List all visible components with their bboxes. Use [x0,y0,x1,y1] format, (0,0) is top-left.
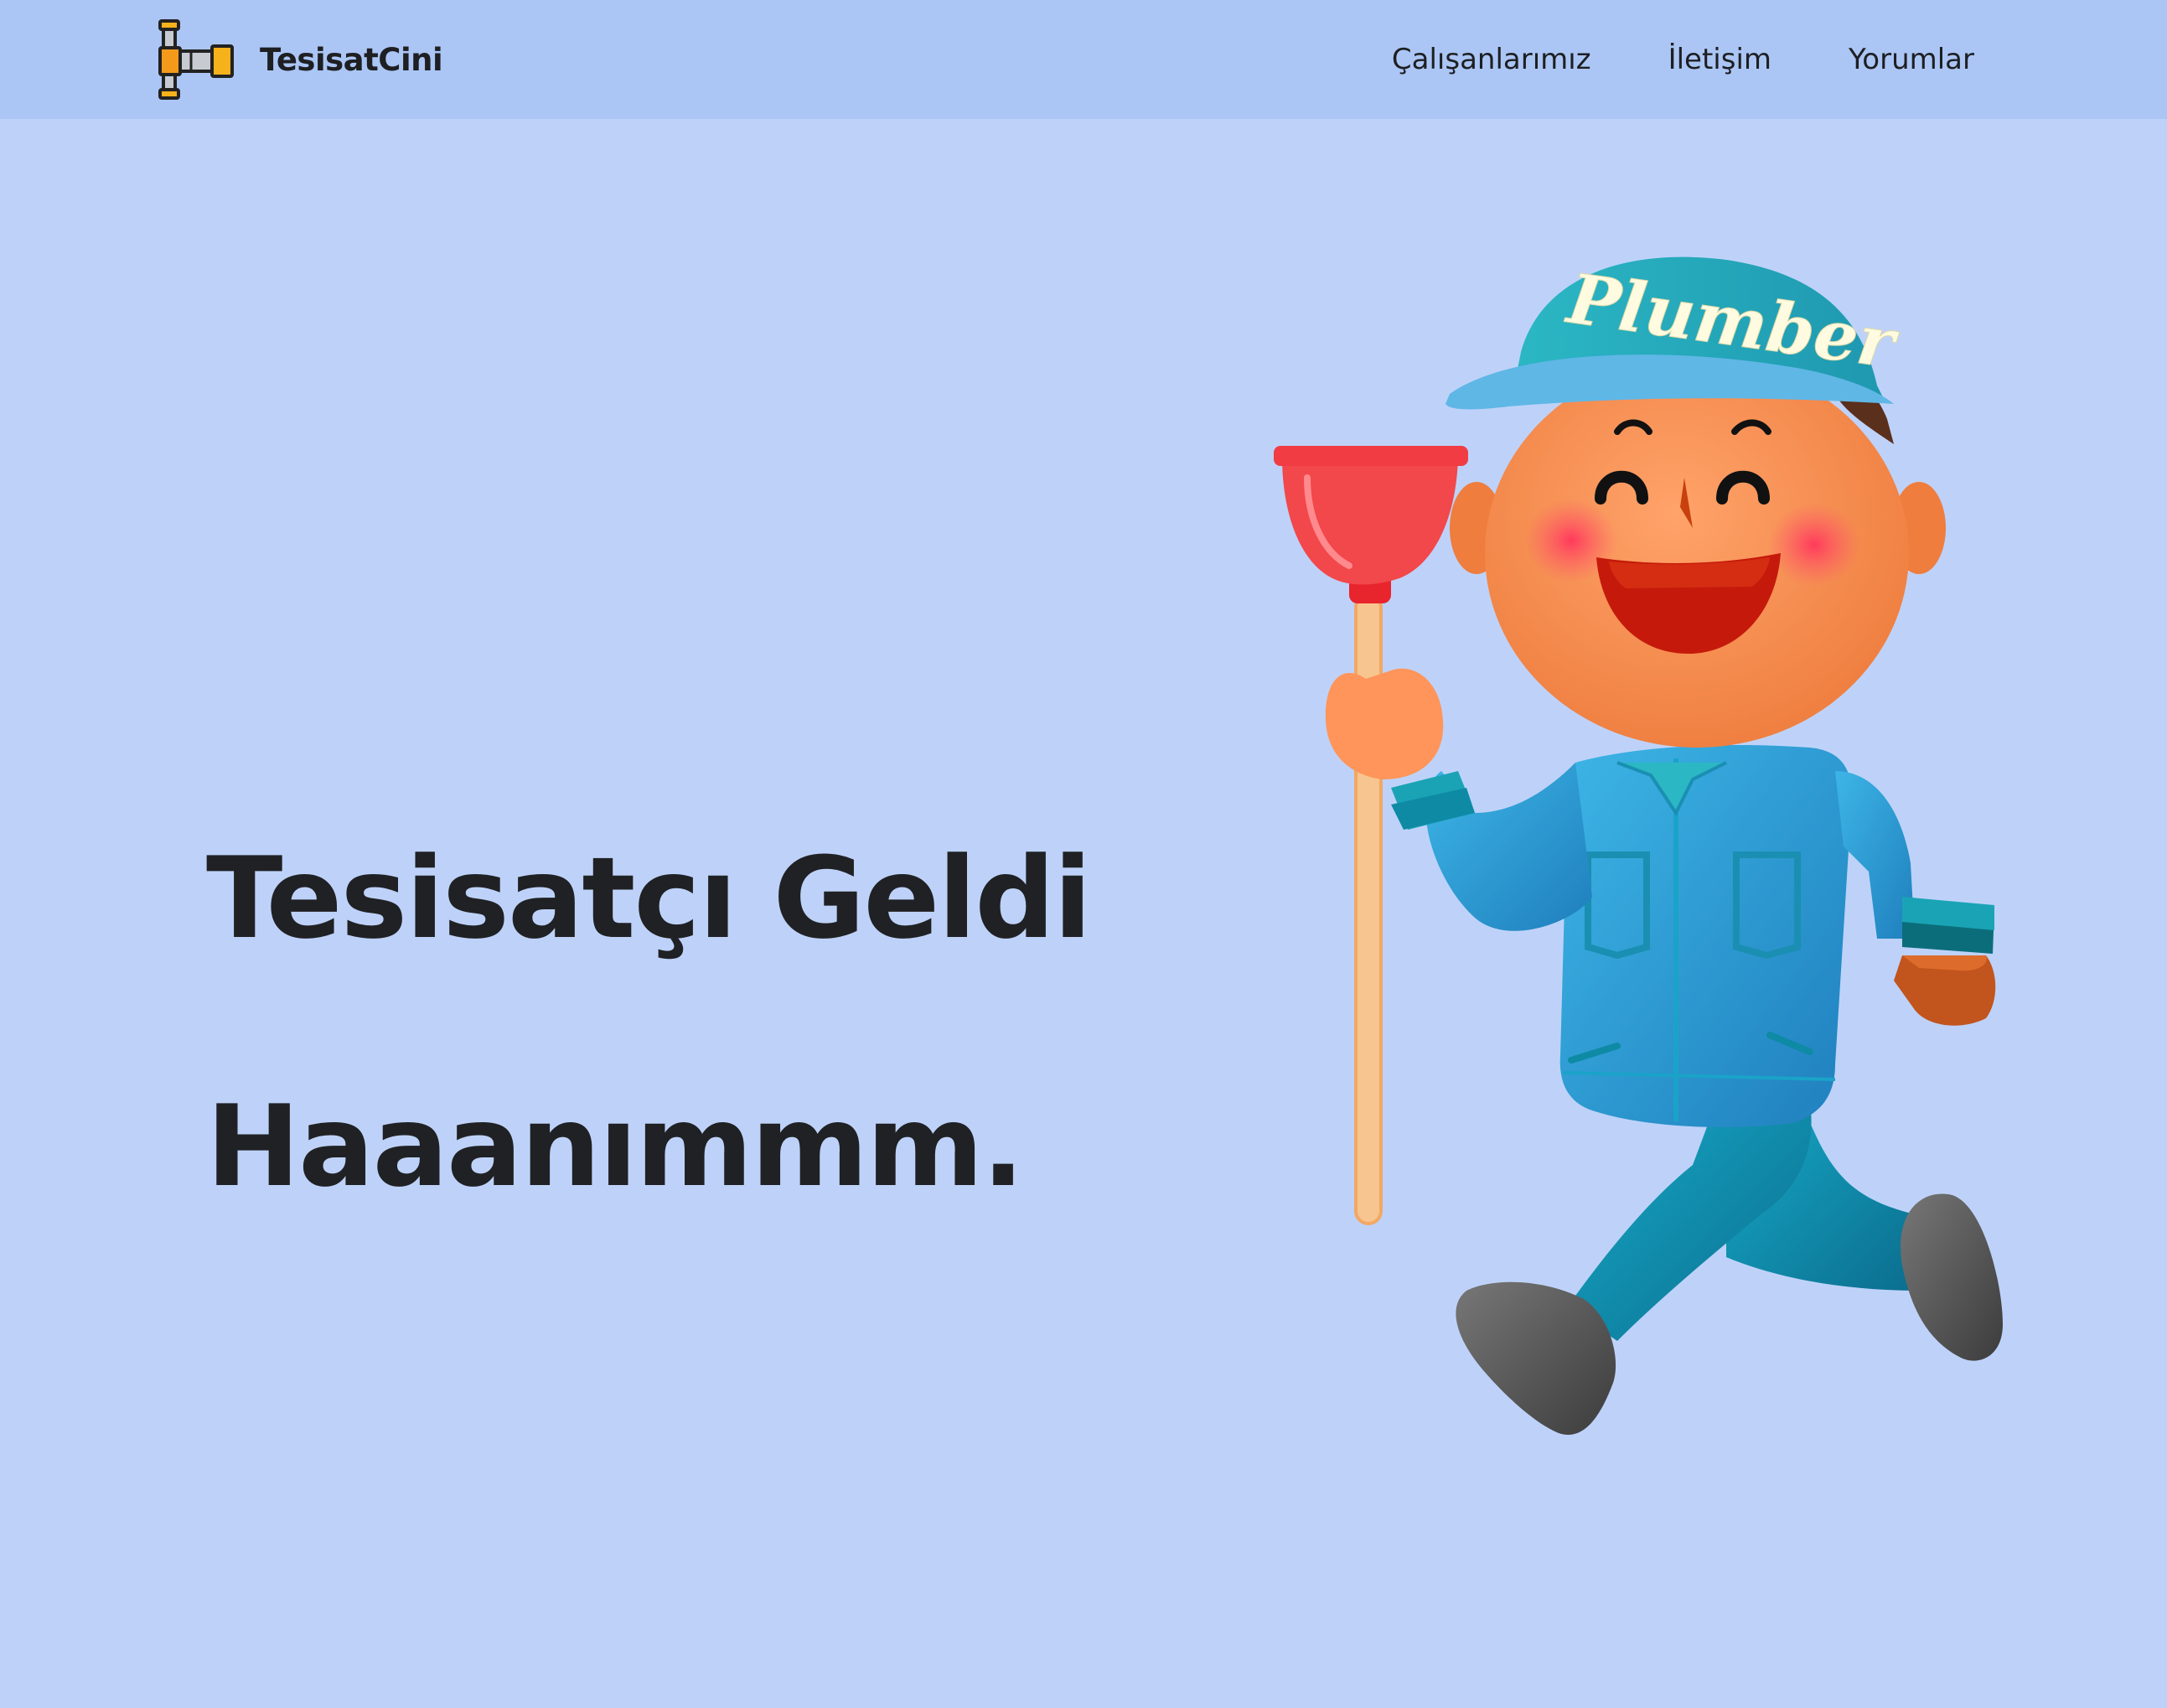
left-hand [1325,668,1444,779]
hero-title: Tesisatçı Geldi Haaanımmm. [206,712,1092,1333]
nav-link-reviews[interactable]: Yorumlar [1849,43,1974,76]
shirt [1559,745,1852,1127]
plunger-cup [1282,453,1458,585]
brand-name: TesisatCini [260,41,443,78]
hero-title-line-1: Tesisatçı Geldi [206,833,1092,964]
nav-link-contact[interactable]: İletişim [1668,43,1771,76]
plumber-mascot-illustration: Plumber [1274,256,2003,1435]
hero-title-line-2: Haaanımmm. [206,1081,1025,1212]
nav-menu: Çalışanlarımız İletişim Yorumlar [1392,0,1974,119]
pipe-fitting-icon [158,19,234,100]
back-shoe [1901,1193,2003,1361]
nav-link-employees[interactable]: Çalışanlarımız [1392,43,1591,76]
brand-link[interactable]: TesisatCini [158,18,443,101]
navbar: TesisatCini Çalışanlarımız İletişim Yoru… [0,0,2167,119]
